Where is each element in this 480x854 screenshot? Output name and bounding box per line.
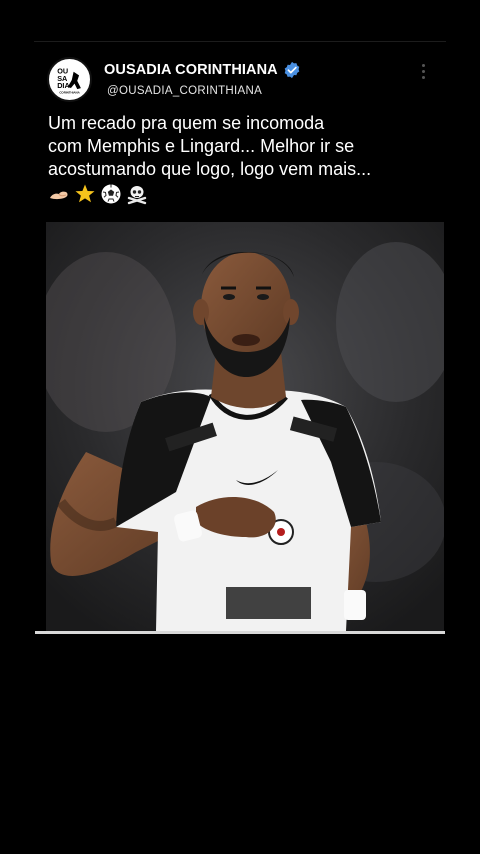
post-text: Um recado pra quem se incomoda com Memph…	[48, 113, 372, 179]
flexed-biceps-icon	[50, 191, 68, 200]
avatar-logo-line: DIA	[57, 81, 70, 90]
top-divider	[34, 41, 446, 42]
verified-badge-icon	[284, 61, 300, 79]
post-photo[interactable]	[46, 222, 444, 631]
post-emojis	[48, 183, 148, 205]
more-options-icon[interactable]	[419, 64, 427, 84]
account-avatar[interactable]: OU SA DIA CORINTHIANA	[47, 57, 92, 102]
avatar-tagline: CORINTHIANA	[59, 91, 80, 95]
skull-and-crossbones-icon	[127, 186, 147, 205]
photo-underline	[35, 631, 445, 634]
account-name-row: OUSADIA CORINTHIANA	[104, 61, 301, 79]
account-name[interactable]: OUSADIA CORINTHIANA	[104, 62, 278, 78]
account-handle[interactable]: @OUSADIA_CORINTHIANA	[107, 85, 262, 97]
avatar-logo: OU SA DIA CORINTHIANA	[49, 59, 90, 100]
star-icon	[75, 184, 95, 203]
soccer-ball-icon	[101, 184, 121, 204]
